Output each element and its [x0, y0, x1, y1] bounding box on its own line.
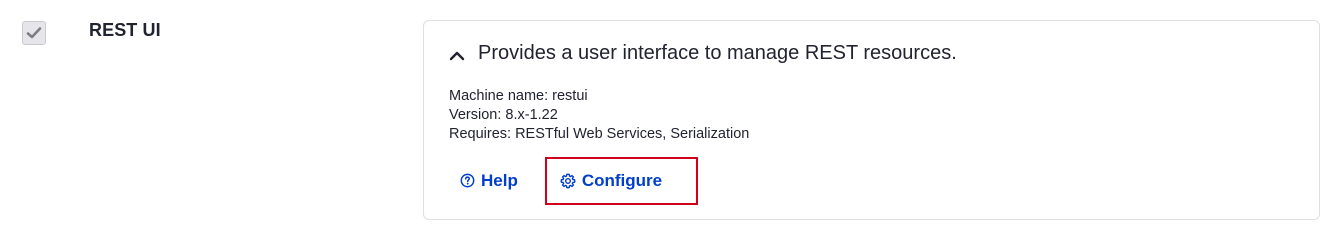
- configure-link[interactable]: Configure: [544, 156, 698, 205]
- checkmark-icon: [26, 26, 42, 40]
- module-enable-checkbox[interactable]: [22, 21, 46, 45]
- requires-text: Requires: RESTful Web Services, Serializ…: [449, 126, 750, 142]
- module-name: REST UI: [89, 20, 161, 40]
- module-actions: Help Configure: [448, 156, 698, 205]
- chevron-up-icon: [448, 46, 466, 64]
- module-description: Provides a user interface to manage REST…: [478, 42, 957, 64]
- module-details: Provides a user interface to manage REST…: [423, 20, 1320, 220]
- module-row: REST UI Provides a user interface to man…: [0, 0, 1336, 242]
- help-link[interactable]: Help: [448, 157, 545, 204]
- configure-link-label: Configure: [581, 170, 663, 190]
- module-description-toggle[interactable]: Provides a user interface to manage REST…: [448, 42, 957, 65]
- question-circle-icon: [460, 173, 475, 188]
- machine-name-text: Machine name: restui: [449, 88, 588, 104]
- module-meta: Machine name: restui Version: 8.x-1.22 R…: [449, 87, 749, 144]
- version-text: Version: 8.x-1.22: [449, 107, 558, 123]
- gear-icon: [560, 173, 576, 189]
- help-link-label: Help: [481, 170, 518, 190]
